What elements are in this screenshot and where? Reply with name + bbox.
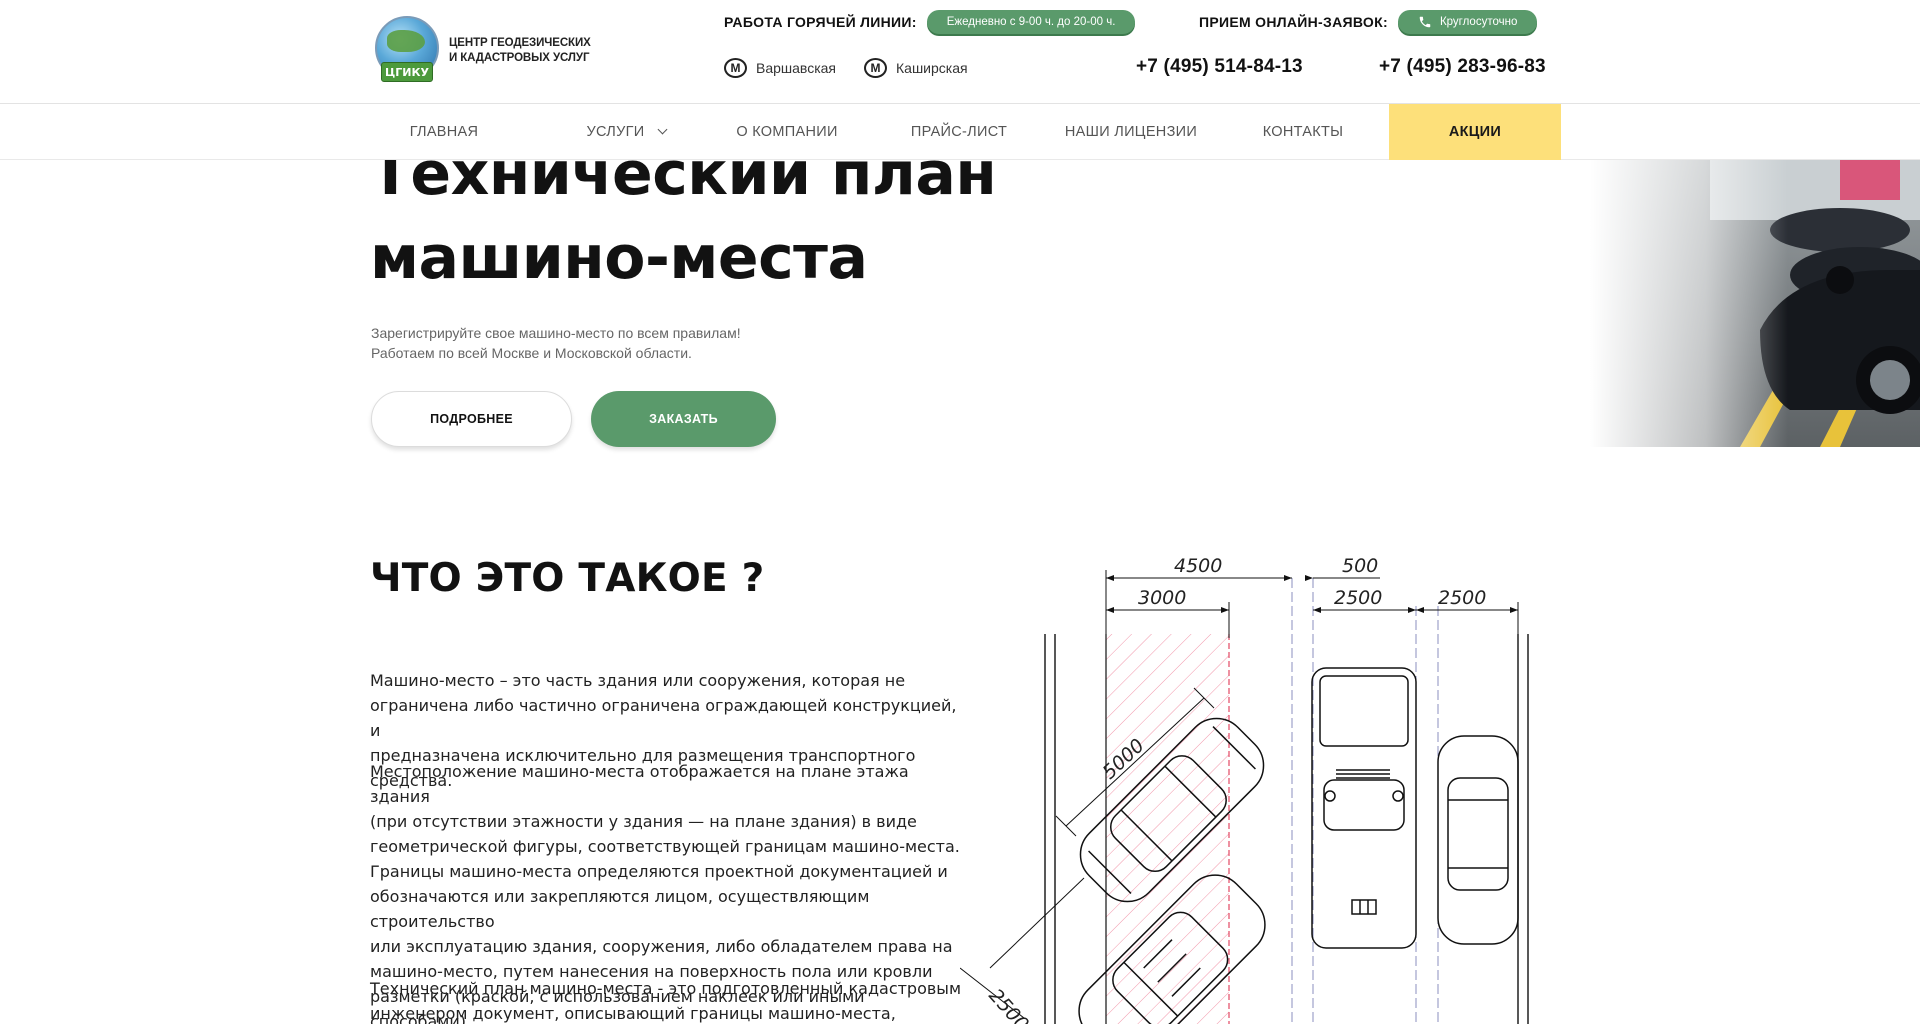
hero-subtitle: Зарегистрируйте свое машино-место по все…: [371, 323, 741, 363]
nav-item-label: ПРАЙС-ЛИСТ: [910, 124, 1008, 140]
dimension-label: 500: [1342, 555, 1378, 577]
text-line: Технический план машино-места - это подг…: [370, 979, 962, 998]
logo-text: ЦЕНТР ГЕОДЕЗИЧЕСКИХ И КАДАСТРОВЫХ УСЛУГ: [449, 36, 591, 66]
nav-item-label: ГЛАВНАЯ: [409, 124, 479, 140]
hotline-label: РАБОТА ГОРЯЧЕЙ ЛИНИИ:: [724, 14, 917, 30]
dimension-label: 2500: [984, 985, 1033, 1024]
hero-title-line-2: машино-места: [370, 223, 868, 293]
phone-number-2[interactable]: +7 (495) 283-96-83: [1379, 56, 1546, 78]
nav-item-label: НАШИ ЛИЦЕНЗИИ: [1064, 124, 1198, 140]
nav-item-licenses[interactable]: НАШИ ЛИЦЕНЗИИ: [1056, 104, 1206, 160]
hero-subtitle-line-2: Работаем по всей Москве и Московской обл…: [371, 345, 692, 361]
logo-line-2: И КАДАСТРОВЫХ УСЛУГ: [449, 52, 590, 64]
chevron-down-icon: [657, 124, 667, 135]
metro-icon: M: [864, 58, 887, 78]
hero-subtitle-line-1: Зарегистрируйте свое машино-место по все…: [371, 325, 741, 341]
metro-station-name: Каширская: [896, 60, 968, 76]
metro-icon: M: [724, 58, 747, 78]
nav-item-pricelist[interactable]: ПРАЙС-ЛИСТ: [899, 104, 1019, 160]
text-line: ограничена либо частично ограничена огра…: [370, 696, 957, 740]
more-button[interactable]: ПОДРОБНЕЕ: [371, 391, 572, 447]
company-logo[interactable]: ЦГИКУ ЦЕНТР ГЕОДЕЗИЧЕСКИХ И КАДАСТРОВЫХ …: [373, 16, 591, 86]
car-outline: [1437, 735, 1519, 945]
nav-item-label: КОНТАКТЫ: [1262, 124, 1344, 140]
logo-map-shape: [387, 30, 425, 52]
dimension-label: 2500: [1334, 587, 1382, 609]
hero-parking-photo: [1590, 160, 1920, 447]
online-orders-info: ПРИЕМ ОНЛАЙН-ЗАЯВОК: Круглосуточно: [1199, 10, 1538, 34]
hotline-hours-badge: Ежедневно с 9-00 ч. до 20-00 ч.: [926, 10, 1136, 34]
metro-station-name: Варшавская: [756, 60, 837, 76]
section-title: ЧТО ЭТО ТАКОЕ ?: [370, 556, 765, 601]
nav-item-label: О КОМПАНИИ: [736, 124, 838, 140]
text-line: или эксплуатацию здания, сооружения, либ…: [370, 937, 953, 956]
logo-line-1: ЦЕНТР ГЕОДЕЗИЧЕСКИХ: [449, 37, 591, 49]
text-line: Машино-место – это часть здания или соор…: [370, 671, 906, 690]
online-orders-button[interactable]: Круглосуточно: [1397, 10, 1538, 34]
nav-item-about[interactable]: О КОМПАНИИ: [727, 104, 847, 160]
phone-number-1[interactable]: +7 (495) 514-84-13: [1136, 56, 1303, 78]
paragraph-technical-plan: Технический план машино-места - это подг…: [370, 976, 970, 1024]
truck-outline: [1311, 667, 1417, 949]
nav-item-promotions[interactable]: АКЦИИ: [1389, 104, 1561, 160]
text-line: Границы машино-места определяются проект…: [370, 862, 948, 881]
online-orders-label: ПРИЕМ ОНЛАЙН-ЗАЯВОК:: [1199, 14, 1388, 30]
nav-item-contacts[interactable]: КОНТАКТЫ: [1243, 104, 1363, 160]
text-line: (при отсутствии этажности у здания — на …: [370, 812, 917, 831]
text-line: обозначаются или закрепляются лицом, осу…: [370, 887, 870, 931]
dimension-label: 2500: [1438, 587, 1486, 609]
phone-icon: [1418, 15, 1432, 29]
dimension-label: 4500: [1174, 555, 1222, 577]
hotline-info: РАБОТА ГОРЯЧЕЙ ЛИНИИ: Ежедневно с 9-00 ч…: [724, 10, 1136, 34]
metro-station-1: M Варшавская: [724, 58, 836, 78]
text-line: Местоположение машино-места отображается…: [370, 762, 909, 806]
logo-ribbon: ЦГИКУ: [381, 62, 433, 82]
main-nav: ГЛАВНАЯ УСЛУГИ О КОМПАНИИ ПРАЙС-ЛИСТ НАШ…: [0, 104, 1920, 160]
text-line: геометрической фигуры, соответствующей г…: [370, 837, 960, 856]
dimension-label: 3000: [1138, 587, 1186, 609]
order-button[interactable]: ЗАКАЗАТЬ: [591, 391, 776, 447]
parking-plan-drawing: 4500 500 3000 2500 2500 5000 2500: [959, 548, 1540, 1024]
online-orders-hours: Круглосуточно: [1439, 16, 1518, 28]
nav-item-label: УСЛУГИ: [586, 124, 645, 140]
site-header: ЦГИКУ ЦЕНТР ГЕОДЕЗИЧЕСКИХ И КАДАСТРОВЫХ …: [0, 0, 1920, 104]
nav-item-home[interactable]: ГЛАВНАЯ: [382, 104, 506, 160]
metro-station-2: M Каширская: [864, 58, 968, 78]
logo-emblem: ЦГИКУ: [373, 16, 443, 86]
text-line: инженером документ, описывающий границы …: [370, 1004, 896, 1023]
nav-item-services[interactable]: УСЛУГИ: [566, 104, 686, 160]
nav-item-label: АКЦИИ: [1448, 124, 1502, 140]
